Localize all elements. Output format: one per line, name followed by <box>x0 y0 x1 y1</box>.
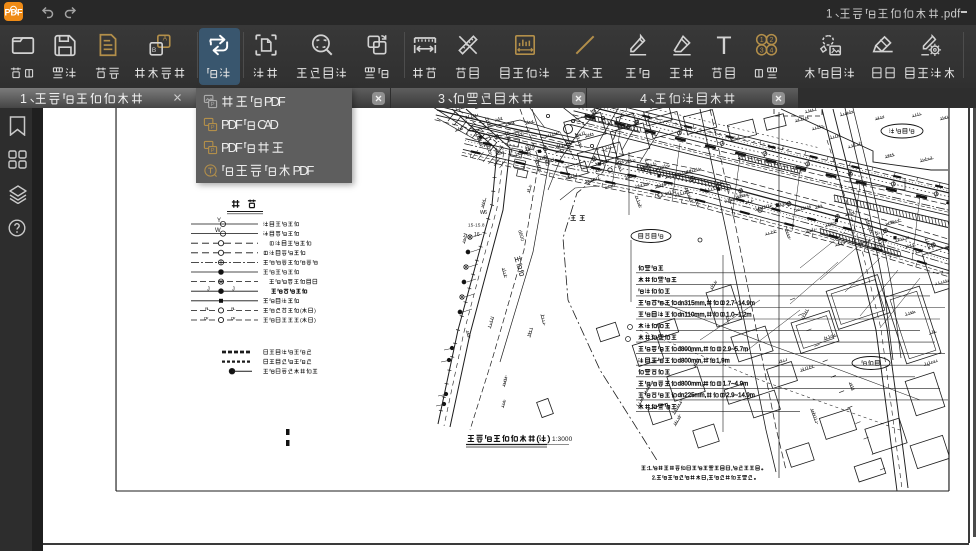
svg-text:(: ( <box>537 434 540 443</box>
svg-text:): ) <box>314 308 316 314</box>
svg-text::1.: :1. <box>647 466 653 472</box>
svg-text:2.9~5.7m: 2.9~5.7m <box>723 347 748 353</box>
svg-text:P: P <box>211 148 215 154</box>
svg-text:RL: RL <box>231 306 236 311</box>
svg-text:PDF: PDF <box>221 117 243 132</box>
svg-text:dn225mm,: dn225mm, <box>678 393 707 399</box>
svg-text:1: 1 <box>760 37 764 44</box>
svg-text:W: W <box>215 228 221 234</box>
svg-text:d800mm,: d800mm, <box>678 382 704 388</box>
svg-text:15-15.8: 15-15.8 <box>468 223 485 228</box>
svg-text:): ) <box>548 434 551 443</box>
svg-text:T: T <box>716 32 731 58</box>
svg-text:.pdf: .pdf <box>941 9 962 21</box>
svg-text:1.7~4.9m: 1.7~4.9m <box>723 382 748 388</box>
svg-text:PDF: PDF <box>264 94 286 109</box>
svg-text:,: , <box>707 475 708 481</box>
svg-text:PDF: PDF <box>293 163 315 178</box>
svg-text:J: J <box>232 287 235 293</box>
svg-text:DX: DX <box>204 315 209 320</box>
svg-text:1.9m: 1.9m <box>716 359 730 365</box>
svg-text:B: B <box>152 47 156 54</box>
svg-text:(: ( <box>300 318 302 324</box>
svg-text:3: 3 <box>438 92 445 106</box>
svg-text:1:3000: 1:3000 <box>552 436 573 443</box>
svg-text:DX: DX <box>231 315 236 320</box>
svg-text:CAD: CAD <box>257 117 279 132</box>
svg-text:16: 16 <box>474 232 480 238</box>
svg-text:2.: 2. <box>652 475 656 481</box>
svg-text:(: ( <box>300 308 302 314</box>
svg-text:A: A <box>163 36 168 43</box>
svg-text:2: 2 <box>769 37 773 44</box>
svg-text:3: 3 <box>760 47 764 54</box>
svg-text:Y: Y <box>217 218 221 224</box>
svg-text:dn110mm,: dn110mm, <box>678 312 707 318</box>
svg-text:): ) <box>314 318 316 324</box>
svg-text:RL: RL <box>205 306 210 311</box>
svg-text:,: , <box>731 466 732 472</box>
svg-text:2.7~14.9m: 2.7~14.9m <box>726 301 755 307</box>
svg-text:1: 1 <box>20 92 27 106</box>
svg-text:1: 1 <box>826 9 832 21</box>
svg-text:1.0~1.2m: 1.0~1.2m <box>726 312 751 318</box>
svg-text:2.9~14.9m: 2.9~14.9m <box>726 393 755 399</box>
svg-text:P: P <box>211 125 215 131</box>
svg-text:PDF: PDF <box>221 140 243 155</box>
svg-text:W6: W6 <box>480 210 487 216</box>
svg-text:d800mm,: d800mm, <box>678 347 704 353</box>
svg-text:4: 4 <box>640 92 647 106</box>
svg-text:dn315mm,: dn315mm, <box>678 301 707 307</box>
svg-text:d600: d600 <box>516 229 525 242</box>
svg-text:P: P <box>211 102 215 108</box>
svg-text:J: J <box>207 287 210 293</box>
svg-text:4: 4 <box>769 47 773 54</box>
